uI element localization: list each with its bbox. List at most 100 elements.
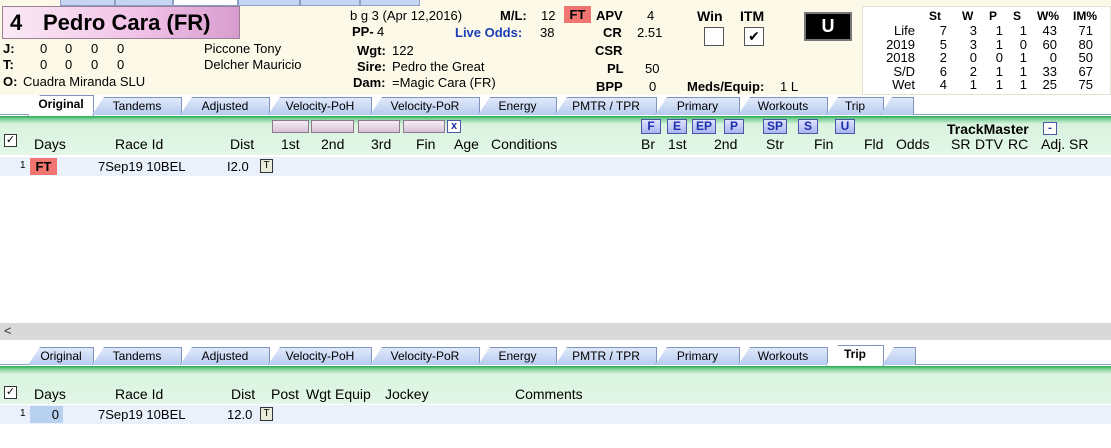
- live-odds-label: Live Odds:: [455, 25, 523, 40]
- bpp-label: BPP: [596, 79, 623, 94]
- itm-checkbox[interactable]: ✔: [744, 27, 764, 46]
- col-str[interactable]: Str: [766, 136, 784, 152]
- tab-original[interactable]: Original: [28, 95, 94, 116]
- col-fld[interactable]: Fld: [864, 136, 883, 152]
- program-number: 4: [10, 10, 23, 35]
- pp-label: PP-: [352, 24, 374, 39]
- scroll-left-icon[interactable]: <: [4, 323, 12, 338]
- col-2nd-call[interactable]: 2nd: [321, 136, 344, 152]
- filter-s-button[interactable]: S: [798, 119, 818, 134]
- col-odds[interactable]: Odds: [896, 136, 929, 152]
- tab-pmtr-tpr[interactable]: PMTR / TPR: [555, 97, 657, 115]
- morning-line-value: 12: [541, 8, 556, 23]
- tab-tandems[interactable]: Tandems: [92, 347, 182, 365]
- trainer-stat-places: 0: [91, 57, 99, 72]
- horse-description: b g 3 (Apr 12,2016): [350, 8, 463, 23]
- dam-name: =Magic Cara (FR): [392, 75, 496, 90]
- col-fin-2[interactable]: Fin: [814, 136, 833, 152]
- meds-equip-value: 1 L: [780, 79, 799, 94]
- col-race-id[interactable]: Race Id: [115, 386, 163, 402]
- select-all-checkbox-trip[interactable]: ✓: [4, 386, 17, 399]
- trip-grid-header: ✓ Days Race Id Dist Post Wgt Equip Jocke…: [0, 366, 1111, 404]
- jockey-stat-wins: 0: [65, 41, 73, 56]
- collapse-trackmaster-button[interactable]: -: [1043, 122, 1057, 135]
- owner-name: Cuadra Miranda SLU: [23, 74, 146, 89]
- tab-energy[interactable]: Energy: [478, 97, 557, 115]
- col-days[interactable]: Days: [34, 386, 66, 402]
- tab-velocity-por[interactable]: Velocity-PoR: [370, 97, 480, 115]
- tab-adjusted[interactable]: Adjusted: [180, 347, 270, 365]
- tab-original[interactable]: Original: [28, 347, 94, 365]
- pace-call-3rd-button[interactable]: [358, 120, 400, 133]
- col-wgt[interactable]: Wgt: [306, 386, 331, 402]
- col-race-id[interactable]: Race Id: [115, 136, 163, 152]
- tab-trip[interactable]: Trip: [826, 345, 884, 366]
- win-checkbox[interactable]: [704, 27, 724, 46]
- tab-tandems[interactable]: Tandems: [92, 97, 182, 115]
- tab-workouts[interactable]: Workouts: [738, 347, 828, 365]
- stats-cell: 1: [969, 77, 977, 92]
- tab-energy[interactable]: Energy: [478, 347, 557, 365]
- col-adj-sr[interactable]: Adj. SR: [1041, 136, 1088, 152]
- tab-strip-end: [880, 97, 914, 115]
- filter-e-button[interactable]: E: [667, 119, 687, 134]
- col-days[interactable]: Days: [34, 136, 66, 152]
- horse-header: 4 Pedro Cara (FR) J: 0 0 0 0 Piccone Ton…: [0, 0, 1111, 95]
- pace-call-1st-button[interactable]: [272, 120, 309, 133]
- col-dist[interactable]: Dist: [231, 386, 255, 402]
- pace-call-2nd-button[interactable]: [311, 120, 354, 133]
- col-2nd[interactable]: 2nd: [714, 136, 737, 152]
- horizontal-scrollbar[interactable]: <: [0, 323, 1111, 340]
- table-row[interactable]: 1 0 7Sep19 10BEL 12.0 T: [0, 405, 1111, 424]
- tab-pmtr-tpr[interactable]: PMTR / TPR: [555, 347, 657, 365]
- col-rc[interactable]: RC: [1008, 136, 1028, 152]
- tab-velocity-poh[interactable]: Velocity-PoH: [268, 347, 372, 365]
- col-dist[interactable]: Dist: [230, 136, 254, 152]
- col-jockey[interactable]: Jockey: [385, 386, 429, 402]
- tab-adjusted[interactable]: Adjusted: [180, 97, 270, 115]
- row-race-id: 7Sep19 10BEL: [98, 407, 186, 422]
- morning-line-label: M/L:: [500, 8, 527, 23]
- owner-label: O:: [3, 74, 18, 89]
- tab-trip[interactable]: Trip: [826, 97, 884, 115]
- weight-label: Wgt:: [357, 43, 386, 58]
- row-days: 0: [30, 406, 63, 423]
- table-row[interactable]: 1 FT 7Sep19 10BEL I2.0 T: [0, 157, 1111, 176]
- tab-primary[interactable]: Primary: [655, 347, 740, 365]
- filter-f-button[interactable]: F: [641, 119, 661, 134]
- filter-u-button[interactable]: U: [835, 119, 855, 134]
- select-all-checkbox[interactable]: ✓: [4, 134, 17, 147]
- col-fin[interactable]: Fin: [416, 136, 435, 152]
- filter-ep-button[interactable]: EP: [692, 119, 716, 134]
- col-age[interactable]: Age: [454, 136, 479, 152]
- stats-header-impct: IM%: [1073, 9, 1097, 23]
- col-post[interactable]: Post: [271, 386, 299, 402]
- filter-p-button[interactable]: P: [724, 119, 744, 134]
- stats-header-wpct: W%: [1037, 9, 1059, 23]
- col-dtv[interactable]: DTV: [975, 136, 1003, 152]
- pace-call-fin-button[interactable]: [403, 120, 445, 133]
- row-turf-badge[interactable]: T: [260, 159, 273, 173]
- col-1st-call[interactable]: 1st: [281, 136, 300, 152]
- jockey-stat-shows: 0: [117, 41, 125, 56]
- tab-velocity-poh[interactable]: Velocity-PoH: [268, 97, 372, 115]
- stats-header-w: W: [962, 9, 974, 23]
- u-button[interactable]: U: [804, 12, 852, 41]
- col-br[interactable]: Br: [641, 136, 655, 152]
- col-equip[interactable]: Equip: [335, 386, 371, 402]
- row-turf-badge[interactable]: T: [260, 407, 273, 421]
- stats-cell: 25: [1042, 77, 1057, 92]
- clear-x-button[interactable]: x: [447, 120, 461, 133]
- col-3rd-call[interactable]: 3rd: [371, 136, 391, 152]
- col-1st[interactable]: 1st: [668, 136, 687, 152]
- col-conditions[interactable]: Conditions: [491, 136, 557, 152]
- tab-workouts[interactable]: Workouts: [738, 97, 828, 115]
- col-sr[interactable]: SR: [951, 136, 970, 152]
- col-comments[interactable]: Comments: [515, 386, 583, 402]
- weight-value: 122: [392, 43, 414, 58]
- tab-velocity-por[interactable]: Velocity-PoR: [370, 347, 480, 365]
- filter-sp-button[interactable]: SP: [763, 119, 787, 134]
- live-odds-value: 38: [540, 25, 555, 40]
- tab-primary[interactable]: Primary: [655, 97, 740, 115]
- stats-header-s: S: [1013, 9, 1022, 23]
